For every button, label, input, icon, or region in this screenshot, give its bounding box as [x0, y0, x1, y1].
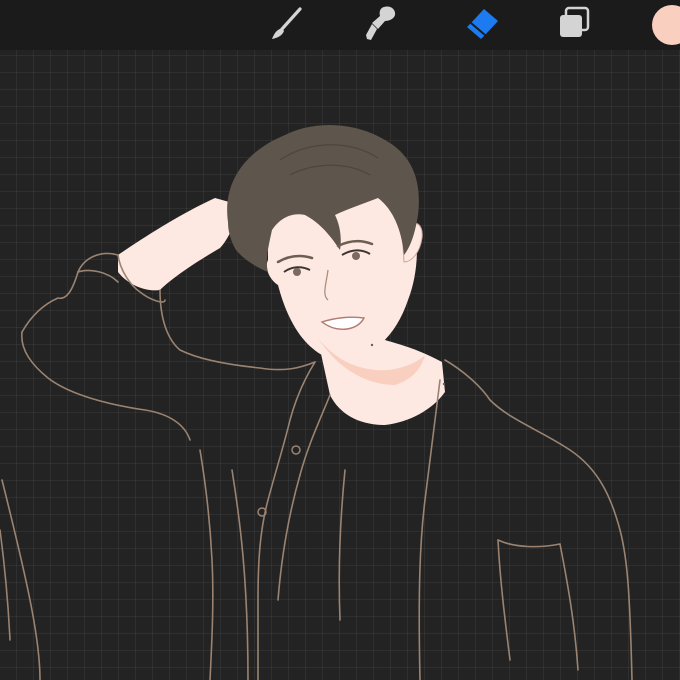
brush-icon — [272, 7, 302, 39]
layers-icon — [560, 6, 590, 37]
eraser-icon — [467, 9, 498, 39]
top-toolbar — [0, 0, 680, 50]
layers-tool-button[interactable] — [554, 3, 598, 43]
line-art-illustration — [0, 124, 633, 680]
eraser-tool-button[interactable] — [460, 3, 504, 43]
drawing-app — [0, 0, 680, 680]
drawing-canvas[interactable] — [0, 50, 680, 680]
color-swatch-button[interactable] — [652, 5, 680, 45]
brush-tool-button[interactable] — [262, 3, 306, 43]
smudge-tool-button[interactable] — [358, 3, 402, 43]
smudge-icon — [366, 6, 396, 40]
raised-arm — [118, 198, 240, 291]
